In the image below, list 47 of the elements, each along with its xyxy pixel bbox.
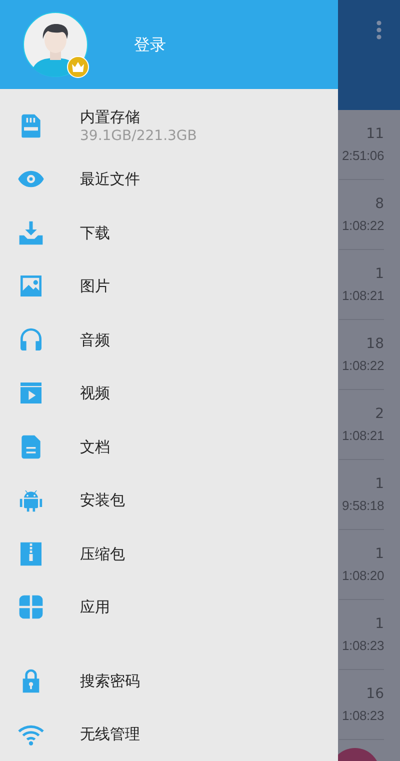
drawer-item[interactable]: 应用 <box>0 580 338 634</box>
item-label: 图片 <box>80 276 110 296</box>
file-count: 18 <box>366 334 384 352</box>
modified-time: 1:08:22 <box>342 216 384 234</box>
modified-time: 1:08:21 <box>342 286 384 304</box>
file-count: 1 <box>375 614 384 632</box>
drawer-item[interactable]: 搜索密码 <box>0 654 338 708</box>
drawer-item[interactable]: 压缩包 <box>0 527 338 580</box>
file-count: 1 <box>375 264 384 282</box>
modified-time: 1:08:23 <box>342 636 384 654</box>
item-label: 搜索密码 <box>80 670 140 691</box>
drawer-item[interactable]: 安装包 <box>0 474 338 527</box>
modified-time: 9:58:18 <box>342 496 384 514</box>
file-count: 1 <box>375 474 384 492</box>
item-label: 下载 <box>80 222 110 243</box>
file-count: 16 <box>366 684 384 702</box>
item-label: 内置存储 <box>80 106 141 127</box>
download-icon <box>17 218 45 247</box>
item-label: 无线管理 <box>80 724 140 744</box>
drawer-item[interactable]: 图片 <box>0 260 338 313</box>
modified-time: 1:08:23 <box>342 706 384 724</box>
item-label: 压缩包 <box>80 544 125 564</box>
item-label: 应用 <box>80 597 110 618</box>
storage-usage: 39.1GB/221.3GB <box>80 126 197 145</box>
file-count: 1 <box>375 544 384 562</box>
drawer-item[interactable]: 最近文件 <box>0 152 338 206</box>
crown-badge-icon <box>67 56 89 78</box>
item-label: 音频 <box>80 330 110 350</box>
modified-time: 1:08:22 <box>342 356 384 374</box>
file-count: 11 <box>366 124 384 142</box>
item-label: 视频 <box>80 383 110 404</box>
drawer-item[interactable]: 下载 <box>0 206 338 260</box>
file-count: 2 <box>375 404 384 422</box>
drawer-item[interactable]: 内置存储 39.1GB/221.3GB <box>0 99 338 152</box>
item-label: 文档 <box>80 436 110 457</box>
apps-grid-icon <box>17 593 45 622</box>
drawer-item[interactable]: 无线管理 <box>0 708 338 761</box>
drawer-item[interactable]: 文档 <box>0 420 338 474</box>
modified-time: 2:51:06 <box>342 146 384 164</box>
drawer-item[interactable]: 视频 <box>0 366 338 420</box>
modified-time: 1:08:20 <box>342 566 384 584</box>
drawer-item[interactable]: 音频 <box>0 313 338 366</box>
modified-time: 1:08:21 <box>342 426 384 444</box>
more-icon[interactable] <box>376 20 382 40</box>
file-count: 8 <box>375 194 384 212</box>
item-label: 安装包 <box>80 490 125 510</box>
item-label: 最近文件 <box>80 169 140 190</box>
